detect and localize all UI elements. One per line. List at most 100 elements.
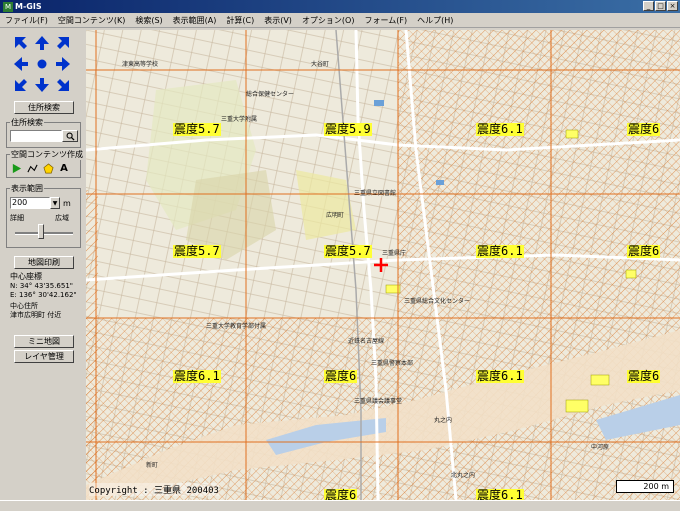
- place-label: 三重県議会議事堂: [354, 398, 403, 405]
- polygon-tool-icon[interactable]: [42, 162, 54, 174]
- menu-view[interactable]: 表示(V): [259, 15, 297, 26]
- arrow-south-icon: [35, 78, 49, 92]
- pan-north-button[interactable]: [33, 34, 51, 52]
- place-label: 近鉄名古屋線: [348, 338, 385, 345]
- text-tool-icon[interactable]: A: [58, 162, 70, 174]
- print-map-button[interactable]: 地図印刷: [14, 256, 74, 269]
- map-canvas[interactable]: [86, 30, 680, 500]
- quake-label: 震度5.9: [324, 122, 372, 136]
- scale-label: 200 m: [643, 482, 669, 491]
- display-range-label: 表示範囲: [10, 183, 44, 194]
- address-search-group: 住所検索: [6, 117, 81, 148]
- range-dropdown-button[interactable]: ▼: [50, 197, 60, 209]
- center-dot-icon: [37, 59, 47, 69]
- place-label: 三重大学教育学部付属: [206, 323, 267, 330]
- control-panel: 住所検索 住所検索 空間コンテンツ作成 A 表示範囲 200 ▼ m 詳細 広域…: [0, 28, 86, 510]
- menu-bar: ファイル(F) 空間コンテンツ(K) 検索(S) 表示範囲(A) 計算(C) 表…: [0, 13, 680, 28]
- place-label: 広明町: [326, 212, 345, 219]
- maximize-button[interactable]: □: [655, 1, 666, 11]
- title-bar: M M-GIS _ □ ×: [0, 0, 680, 13]
- pan-west-button[interactable]: [12, 55, 30, 73]
- pan-southeast-button[interactable]: [54, 76, 72, 94]
- center-address-value: 津市広明町 付近: [10, 311, 62, 319]
- address-search-button[interactable]: 住所検索: [14, 101, 74, 114]
- display-range-group: 表示範囲 200 ▼ m 詳細 広域: [6, 183, 81, 248]
- arrow-north-icon: [35, 36, 49, 50]
- quake-label: 震度5.7: [173, 244, 221, 258]
- quake-label: 震度6: [324, 488, 358, 500]
- place-label: 丸之内: [434, 417, 453, 424]
- slider-wide-label: 広域: [55, 214, 69, 222]
- pan-controls: [12, 34, 74, 96]
- window-title: M-GIS: [15, 2, 42, 11]
- arrow-northwest-icon: [15, 37, 27, 49]
- magnifier-icon: [66, 132, 75, 141]
- place-label: 北丸之内: [451, 472, 476, 479]
- pan-southwest-button[interactable]: [12, 76, 30, 94]
- point-tool-icon[interactable]: [10, 162, 22, 174]
- menu-calc[interactable]: 計算(C): [221, 15, 259, 26]
- quake-label: 震度6: [627, 244, 661, 258]
- range-value-field[interactable]: 200: [10, 197, 50, 209]
- longitude-value: E: 136° 30'42.162": [10, 291, 77, 299]
- place-label: 新町: [146, 462, 159, 469]
- minimize-button[interactable]: _: [643, 1, 654, 11]
- latitude-value: N: 34° 43'35.651": [10, 282, 73, 290]
- quake-label: 震度6.1: [173, 369, 221, 383]
- menu-spatial-contents[interactable]: 空間コンテンツ(K): [53, 15, 131, 26]
- contents-create-label: 空間コンテンツ作成: [10, 149, 84, 160]
- quake-label: 震度6: [627, 369, 661, 383]
- quake-label: 震度6.1: [476, 369, 524, 383]
- place-label: 三重県警察本部: [371, 360, 414, 367]
- scale-bar: 200 m: [616, 480, 674, 493]
- quake-label: 震度6: [324, 369, 358, 383]
- quake-label: 震度6.1: [476, 488, 524, 500]
- arrow-northeast-icon: [57, 37, 69, 49]
- zoom-slider-thumb[interactable]: [38, 224, 45, 239]
- close-button[interactable]: ×: [667, 1, 678, 11]
- line-tool-icon[interactable]: [26, 162, 38, 174]
- menu-form[interactable]: フォーム(F): [359, 15, 412, 26]
- arrow-southwest-icon: [15, 79, 27, 91]
- quake-label: 震度6.1: [476, 122, 524, 136]
- center-info: 中心座標 N: 34° 43'35.651" E: 136° 30'42.162…: [6, 272, 81, 328]
- arrow-southeast-icon: [57, 79, 69, 91]
- place-label: 総合保健センター: [246, 91, 295, 98]
- copyright-text: Copyright : 三重県 200403: [89, 483, 219, 496]
- contents-create-group: 空間コンテンツ作成 A: [6, 149, 84, 178]
- pan-northeast-button[interactable]: [54, 34, 72, 52]
- center-button[interactable]: [33, 55, 51, 73]
- menu-display-range[interactable]: 表示範囲(A): [168, 15, 222, 26]
- slider-detail-label: 詳細: [10, 214, 24, 222]
- menu-options[interactable]: オプション(O): [297, 15, 360, 26]
- status-bar: [0, 500, 680, 511]
- quake-label: 震度6.1: [476, 244, 524, 258]
- pan-south-button[interactable]: [33, 76, 51, 94]
- place-label: 三重県総合文化センター: [404, 298, 471, 305]
- arrow-west-icon: [14, 57, 28, 71]
- quake-label: 震度5.7: [324, 244, 372, 258]
- mini-map-button[interactable]: ミニ地図: [14, 335, 74, 348]
- place-label: 三重大学附属: [221, 116, 258, 123]
- address-search-label: 住所検索: [10, 117, 44, 128]
- quake-label: 震度6: [627, 122, 661, 136]
- search-go-button[interactable]: [62, 130, 78, 142]
- menu-search[interactable]: 検索(S): [130, 15, 167, 26]
- map-view[interactable]: 震度5.7 震度5.9 震度6.1 震度6 震度5.7 震度5.7 震度6.1 …: [86, 30, 680, 500]
- place-label: 津東高等学校: [122, 61, 159, 68]
- layer-management-button[interactable]: レイヤ管理: [14, 350, 74, 363]
- menu-file[interactable]: ファイル(F): [0, 15, 53, 26]
- app-icon: M: [3, 1, 13, 12]
- arrow-east-icon: [56, 57, 70, 71]
- place-label: 中河原: [591, 444, 610, 451]
- pan-northwest-button[interactable]: [12, 34, 30, 52]
- menu-help[interactable]: ヘルプ(H): [412, 15, 458, 26]
- range-unit: m: [63, 198, 71, 208]
- address-search-input[interactable]: [10, 130, 62, 142]
- place-label: 大谷町: [311, 61, 330, 68]
- pan-east-button[interactable]: [54, 55, 72, 73]
- chevron-down-icon: ▼: [52, 199, 58, 207]
- place-label: 三重県庁: [382, 250, 407, 257]
- center-coord-title: 中心座標: [10, 272, 42, 281]
- quake-label: 震度5.7: [173, 122, 221, 136]
